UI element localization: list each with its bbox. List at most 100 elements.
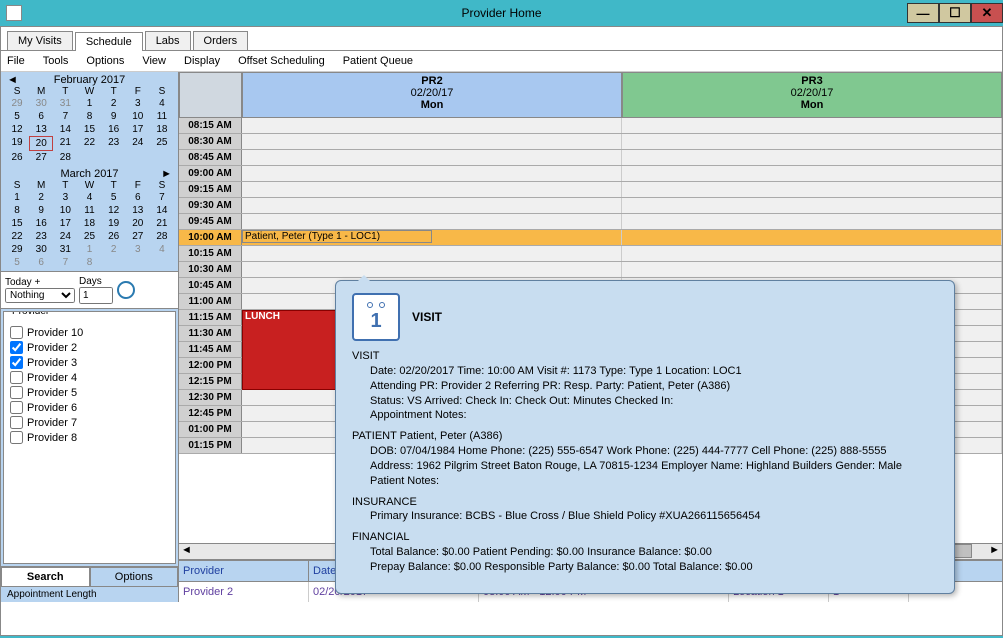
cal-day[interactable]: 3: [53, 191, 77, 204]
cal-day[interactable]: 5: [5, 256, 29, 269]
cal-day[interactable]: 1: [77, 97, 101, 110]
cal-day[interactable]: 4: [150, 97, 174, 110]
schedule-cell[interactable]: [242, 182, 622, 197]
cal-next-icon[interactable]: ►: [161, 168, 172, 180]
cal-day[interactable]: 9: [102, 110, 126, 123]
provider-item[interactable]: Provider 2: [6, 340, 173, 355]
cal-day[interactable]: 20: [126, 217, 150, 230]
cal-day[interactable]: 30: [29, 243, 53, 256]
provider-checkbox[interactable]: [10, 386, 23, 399]
cal-day[interactable]: 24: [126, 136, 150, 151]
schedule-cell[interactable]: [242, 214, 622, 229]
tab-labs[interactable]: Labs: [145, 31, 191, 50]
cal-day[interactable]: 18: [77, 217, 101, 230]
cal-day[interactable]: 11: [150, 110, 174, 123]
menu-file[interactable]: File: [7, 55, 25, 67]
provider-checkbox[interactable]: [10, 416, 23, 429]
lunch-block[interactable]: LUNCH: [242, 310, 336, 390]
provider-item[interactable]: Provider 5: [6, 385, 173, 400]
cal-day[interactable]: 30: [29, 97, 53, 110]
cal-day[interactable]: 21: [150, 217, 174, 230]
cal-day[interactable]: 10: [53, 204, 77, 217]
cal-day[interactable]: 23: [102, 136, 126, 151]
cal-day[interactable]: 3: [126, 243, 150, 256]
cal-day[interactable]: 26: [5, 151, 29, 164]
provider-item[interactable]: Provider 8: [6, 430, 173, 445]
provider-checkbox[interactable]: [10, 371, 23, 384]
today-select[interactable]: Nothing: [5, 288, 75, 303]
schedule-cell[interactable]: [242, 246, 622, 261]
provider-item[interactable]: Provider 4: [6, 370, 173, 385]
cal-day[interactable]: 4: [77, 191, 101, 204]
schedule-cell[interactable]: [242, 118, 622, 133]
cal-day[interactable]: 24: [53, 230, 77, 243]
provider-checkbox[interactable]: [10, 341, 23, 354]
tab-search[interactable]: Search: [1, 567, 90, 587]
cal-day[interactable]: 2: [29, 191, 53, 204]
cal-day[interactable]: 16: [102, 123, 126, 136]
cal-day[interactable]: 13: [29, 123, 53, 136]
maximize-button[interactable]: ☐: [939, 3, 971, 23]
provider-checkbox[interactable]: [10, 431, 23, 444]
cal-day[interactable]: 3: [126, 97, 150, 110]
cal-day[interactable]: 12: [5, 123, 29, 136]
schedule-cell[interactable]: [622, 134, 1002, 149]
menu-options[interactable]: Options: [86, 55, 124, 67]
schedule-cell[interactable]: [242, 262, 622, 277]
schedule-cell[interactable]: [242, 198, 622, 213]
cal-day[interactable]: 28: [150, 230, 174, 243]
cal-day[interactable]: 2: [102, 243, 126, 256]
provider-item[interactable]: Provider 6: [6, 400, 173, 415]
cal-day[interactable]: 6: [29, 256, 53, 269]
cal-day[interactable]: 8: [5, 204, 29, 217]
cal-day[interactable]: 5: [102, 191, 126, 204]
schedule-cell[interactable]: [622, 118, 1002, 133]
cal-prev-icon[interactable]: ◄: [7, 74, 18, 86]
cal-day[interactable]: 7: [53, 256, 77, 269]
cal-day[interactable]: 22: [77, 136, 101, 151]
cal-day[interactable]: 4: [150, 243, 174, 256]
cal-day[interactable]: 25: [77, 230, 101, 243]
provider-item[interactable]: Provider 10: [6, 325, 173, 340]
schedule-cell[interactable]: [622, 166, 1002, 181]
cal-day[interactable]: 21: [53, 136, 77, 151]
cal-day[interactable]: 14: [150, 204, 174, 217]
cal-day[interactable]: 7: [150, 191, 174, 204]
schedule-cell[interactable]: [622, 230, 1002, 245]
cal-day[interactable]: 14: [53, 123, 77, 136]
minimize-button[interactable]: —: [907, 3, 939, 23]
cal-day[interactable]: 8: [77, 256, 101, 269]
cal-day[interactable]: 10: [126, 110, 150, 123]
provider-checkbox[interactable]: [10, 401, 23, 414]
cal-day[interactable]: 2: [102, 97, 126, 110]
cal-day[interactable]: 15: [5, 217, 29, 230]
cal-day[interactable]: 16: [29, 217, 53, 230]
menu-display[interactable]: Display: [184, 55, 220, 67]
cal-day[interactable]: 11: [77, 204, 101, 217]
schedule-cell[interactable]: [242, 134, 622, 149]
column-header-pr3[interactable]: PR3 02/20/17 Mon: [622, 72, 1002, 118]
schedule-cell[interactable]: [242, 150, 622, 165]
cal-day[interactable]: 6: [29, 110, 53, 123]
cal-day[interactable]: 5: [5, 110, 29, 123]
cal-day[interactable]: 27: [29, 151, 53, 164]
cal-day[interactable]: 20: [29, 136, 53, 151]
cal-day[interactable]: 19: [5, 136, 29, 151]
provider-item[interactable]: Provider 7: [6, 415, 173, 430]
cal-day[interactable]: 28: [53, 151, 77, 164]
appointment-block[interactable]: Patient, Peter (Type 1 - LOC1): [242, 230, 432, 243]
column-header-pr2[interactable]: PR2 02/20/17 Mon: [242, 72, 622, 118]
provider-checkbox[interactable]: [10, 326, 23, 339]
schedule-cell[interactable]: [622, 182, 1002, 197]
refresh-icon[interactable]: [117, 281, 135, 299]
cal-day[interactable]: 31: [53, 97, 77, 110]
schedule-cell[interactable]: [622, 246, 1002, 261]
cal-day[interactable]: 6: [126, 191, 150, 204]
schedule-cell[interactable]: [242, 166, 622, 181]
tab-options-bottom[interactable]: Options: [90, 567, 179, 587]
schedule-cell[interactable]: [622, 150, 1002, 165]
cal-day[interactable]: 23: [29, 230, 53, 243]
cal-day[interactable]: 1: [5, 191, 29, 204]
cal-day[interactable]: 29: [5, 243, 29, 256]
tab-schedule[interactable]: Schedule: [75, 32, 143, 51]
